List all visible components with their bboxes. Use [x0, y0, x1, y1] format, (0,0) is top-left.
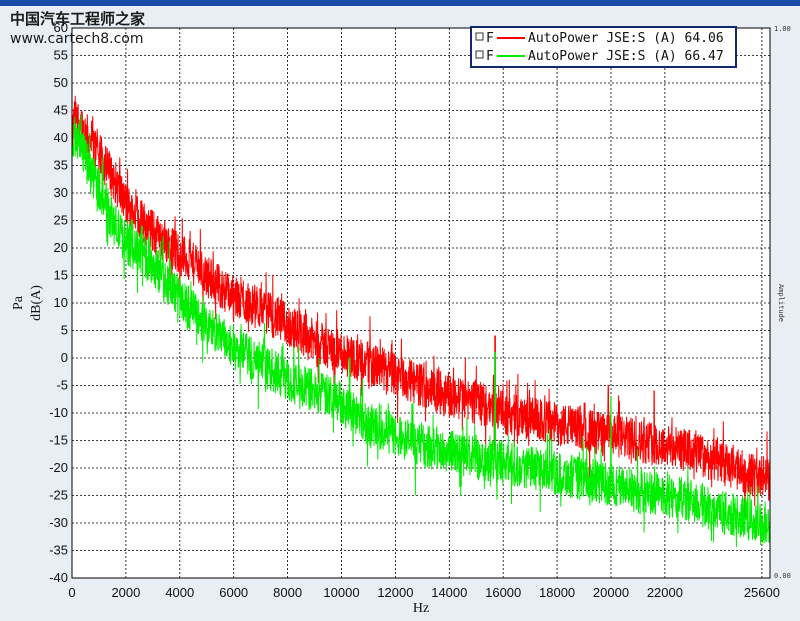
y-tick-label: 30: [54, 185, 68, 200]
x-tick-label: 8000: [273, 585, 302, 600]
legend-marker-2: F: [486, 49, 494, 64]
spectrum-chart: -40 -35 -30 -25 -20 -15 -10 -5 0 5 10 15 20 25 30 35 40 4…: [11, 20, 791, 616]
legend-label-1: AutoPower JSE:S (A) 64.06: [528, 31, 724, 46]
y-tick-label: 25: [54, 213, 68, 228]
y-tick-label: 5: [61, 323, 68, 338]
x-tick-label: 14000: [431, 585, 467, 600]
y-axis-label-scale: dB(A): [29, 285, 44, 321]
x-tick-label: 10000: [323, 585, 359, 600]
right-axis-bottom-tick: 0.00: [774, 572, 791, 580]
y-tick-label: -15: [49, 433, 68, 448]
y-axis-label-unit: Pa: [11, 295, 26, 310]
x-axis-label: Hz: [413, 601, 429, 616]
x-tick-label: 16000: [485, 585, 521, 600]
right-axis-label: Amplitude: [777, 284, 785, 322]
y-tick-label: -5: [56, 378, 68, 393]
legend-checkbox-1[interactable]: [475, 32, 484, 41]
y-tick-label: -25: [49, 488, 68, 503]
y-tick-label: 40: [54, 130, 68, 145]
y-tick-label: 0: [61, 350, 68, 365]
y-tick-labels: -40 -35 -30 -25 -20 -15 -10 -5 0 5 10 15 20 25 30 35 40 4…: [49, 20, 68, 585]
legend: F AutoPower JSE:S (A) 64.06 F AutoPower …: [470, 26, 737, 68]
legend-label-2: AutoPower JSE:S (A) 66.47: [528, 49, 724, 64]
y-tick-label: 45: [54, 103, 68, 118]
x-tick-label: 2000: [111, 585, 140, 600]
y-tick-label: 35: [54, 158, 68, 173]
x-tick-label: 12000: [377, 585, 413, 600]
x-tick-label: 18000: [539, 585, 575, 600]
x-tick-label: 20000: [593, 585, 629, 600]
x-tick-label: 0: [68, 585, 75, 600]
watermark-url: www.cartech8.com: [10, 31, 144, 47]
x-tick-label: 4000: [165, 585, 194, 600]
watermark-site-name: 中国汽车工程师之家: [10, 10, 146, 28]
y-tick-label: -20: [49, 460, 68, 475]
x-tick-label: 22000: [647, 585, 683, 600]
y-tick-label: 55: [54, 48, 68, 63]
y-tick-label: -40: [49, 570, 68, 585]
y-tick-label: -30: [49, 515, 68, 530]
y-tick-label: 50: [54, 75, 68, 90]
y-tick-label: 15: [54, 268, 68, 283]
x-tick-label: 6000: [219, 585, 248, 600]
y-tick-label: -10: [49, 405, 68, 420]
right-axis-top-tick: 1.00: [774, 25, 791, 33]
x-tick-label: 25600: [744, 585, 780, 600]
y-tick-label: 10: [54, 295, 68, 310]
y-tick-label: 20: [54, 240, 68, 255]
x-tick-labels: 0 2000 4000 6000 8000 10000 12000 14000 16000 180…: [68, 585, 780, 600]
legend-checkbox-2[interactable]: [475, 50, 484, 59]
y-tick-label: -35: [49, 543, 68, 558]
legend-marker-1: F: [486, 31, 494, 46]
